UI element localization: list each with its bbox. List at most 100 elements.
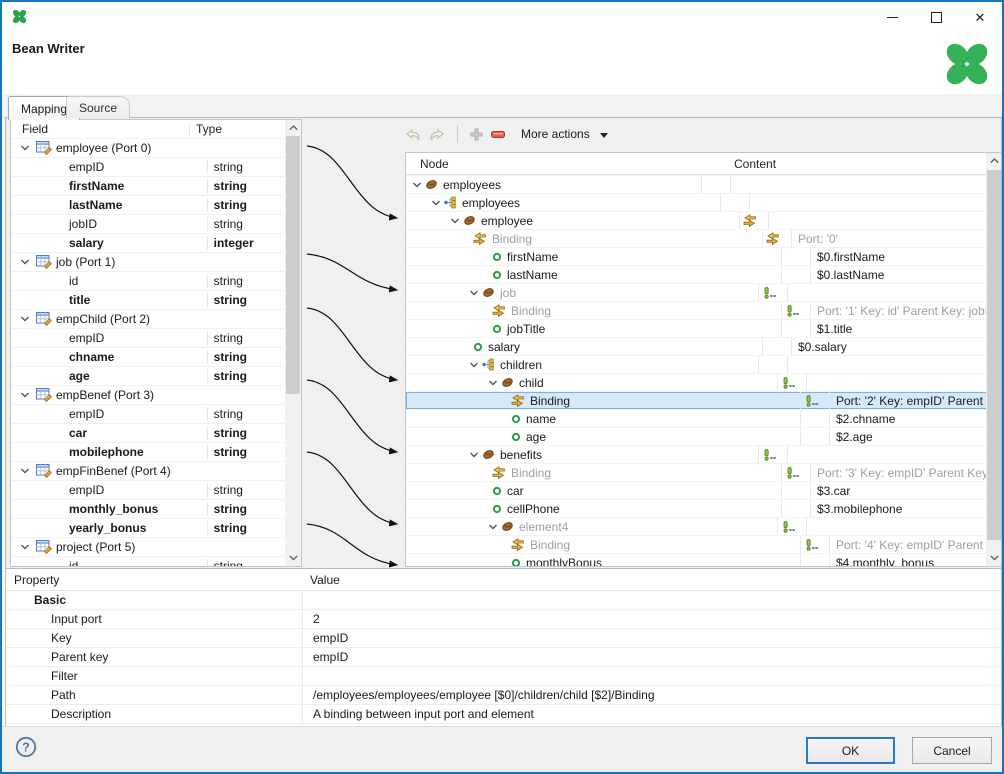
- chevron-down-icon[interactable]: [469, 288, 479, 298]
- field-table-row[interactable]: mobilephonestring: [11, 442, 301, 461]
- field-label: empID: [69, 160, 104, 174]
- chevron-down-icon[interactable]: [20, 390, 30, 400]
- field-table-row[interactable]: empIDstring: [11, 480, 301, 499]
- help-button[interactable]: ?: [15, 736, 37, 763]
- chevron-down-icon[interactable]: [20, 466, 30, 476]
- tree-row[interactable]: firstName$0.firstName: [406, 247, 1002, 265]
- tree-row[interactable]: name$2.chname: [406, 409, 1002, 427]
- field-table-row[interactable]: empBenef (Port 3): [11, 385, 301, 404]
- property-row[interactable]: KeyempID: [6, 629, 1002, 648]
- field-table-row[interactable]: employee (Port 0): [11, 138, 301, 157]
- scrollbar-thumb[interactable]: [987, 170, 1001, 540]
- property-row[interactable]: Basic: [6, 591, 1002, 610]
- field-cell: jobID: [11, 217, 207, 231]
- tree-row-selected[interactable]: BindingPort: '2' Key: empID' Parent Key:…: [406, 391, 1002, 409]
- fields-scrollbar[interactable]: [285, 120, 301, 566]
- field-table-row[interactable]: empIDstring: [11, 404, 301, 423]
- field-table-row[interactable]: carstring: [11, 423, 301, 442]
- tree-row[interactable]: BindingPort: '1' Key: id' Parent Key: jo…: [406, 301, 1002, 319]
- property-row[interactable]: Path/employees/employees/employee [$0]/c…: [6, 686, 1002, 705]
- content-cell: Port: '2' Key: empID' Parent Key: empID': [830, 392, 1002, 409]
- port-label: empBenef (Port 3): [56, 388, 154, 402]
- field-table-row[interactable]: agestring: [11, 366, 301, 385]
- add-element-icon[interactable]: [470, 128, 483, 141]
- field-table-row[interactable]: monthly_bonusstring: [11, 499, 301, 518]
- maximize-button[interactable]: [914, 2, 958, 32]
- field-label: id: [69, 274, 78, 288]
- close-button[interactable]: ✕: [958, 2, 1002, 32]
- undo-icon[interactable]: [405, 127, 421, 142]
- field-table-row[interactable]: idstring: [11, 556, 301, 567]
- field-table-row[interactable]: idstring: [11, 271, 301, 290]
- chevron-down-icon[interactable]: [450, 216, 460, 226]
- scroll-up-icon[interactable]: [285, 120, 301, 136]
- chevron-down-icon[interactable]: [469, 450, 479, 460]
- node-cell: Binding: [406, 230, 762, 247]
- chevron-down-icon[interactable]: [20, 143, 30, 153]
- chevron-down-icon[interactable]: [431, 198, 441, 208]
- scroll-up-icon[interactable]: [986, 153, 1002, 169]
- tab-source[interactable]: Source: [66, 96, 130, 118]
- tree-row[interactable]: benefits: [406, 445, 1002, 463]
- property-row[interactable]: Parent keyempID: [6, 648, 1002, 667]
- chevron-down-icon[interactable]: [488, 522, 498, 532]
- field-table-row[interactable]: titlestring: [11, 290, 301, 309]
- attr-icon: [492, 486, 502, 496]
- field-table-row[interactable]: project (Port 5): [11, 537, 301, 556]
- tree-row[interactable]: BindingPort: '4' Key: empID' Parent Key:…: [406, 535, 1002, 553]
- chevron-down-icon[interactable]: [20, 257, 30, 267]
- field-cell: title: [11, 293, 207, 307]
- chevron-down-icon[interactable]: [488, 378, 498, 388]
- field-table-row[interactable]: empIDstring: [11, 328, 301, 347]
- field-table-row[interactable]: empIDstring: [11, 157, 301, 176]
- tree-row[interactable]: car$3.car: [406, 481, 1002, 499]
- node-cell: name: [406, 410, 800, 427]
- port-cell: project (Port 5): [11, 540, 187, 554]
- tree-row[interactable]: child: [406, 373, 1002, 391]
- scroll-down-icon[interactable]: [986, 550, 1002, 566]
- property-row[interactable]: Input port2: [6, 610, 1002, 629]
- field-table-row[interactable]: yearly_bonusstring: [11, 518, 301, 537]
- ok-button[interactable]: OK: [806, 737, 895, 764]
- chevron-down-icon[interactable]: [20, 314, 30, 324]
- tree-row[interactable]: salary$0.salary: [406, 337, 1002, 355]
- tree-row[interactable]: cellPhone$3.mobilephone: [406, 499, 1002, 517]
- field-table-row[interactable]: firstNamestring: [11, 176, 301, 195]
- tree-row[interactable]: employees: [406, 193, 1002, 211]
- minimize-button[interactable]: [870, 2, 914, 32]
- scrollbar-thumb[interactable]: [286, 136, 300, 394]
- tree-row[interactable]: job: [406, 283, 1002, 301]
- remove-element-icon[interactable]: [491, 131, 505, 138]
- property-row[interactable]: DescriptionA binding between input port …: [6, 705, 1002, 724]
- binding-indicator-cell: [720, 194, 750, 211]
- redo-icon[interactable]: [429, 127, 445, 142]
- tree-row[interactable]: jobTitle$1.title: [406, 319, 1002, 337]
- tree-row[interactable]: BindingPort: '3' Key: empID' Parent Key:…: [406, 463, 1002, 481]
- cancel-button[interactable]: Cancel: [912, 737, 992, 764]
- chevron-down-icon[interactable]: [469, 360, 479, 370]
- tree-row[interactable]: children: [406, 355, 1002, 373]
- more-actions-button[interactable]: More actions: [521, 127, 608, 141]
- tree-scrollbar[interactable]: [986, 153, 1002, 566]
- tree-row[interactable]: lastName$0.lastName: [406, 265, 1002, 283]
- field-table-row[interactable]: salaryinteger: [11, 233, 301, 252]
- node-label: firstName: [507, 250, 558, 264]
- tree-row[interactable]: employees: [406, 175, 1002, 193]
- tree-row[interactable]: element4: [406, 517, 1002, 535]
- field-table-row[interactable]: empFinBenef (Port 4): [11, 461, 301, 480]
- scroll-down-icon[interactable]: [285, 550, 301, 566]
- property-row[interactable]: Filter: [6, 667, 1002, 686]
- tree-row[interactable]: BindingPort: '0': [406, 229, 1002, 247]
- tree-row[interactable]: monthlyBonus$4.monthly_bonus: [406, 553, 1002, 567]
- field-table-row[interactable]: empChild (Port 2): [11, 309, 301, 328]
- key-icon: [804, 539, 819, 551]
- tree-row[interactable]: age$2.age: [406, 427, 1002, 445]
- content-cell: $4.monthly_bonus: [830, 554, 1002, 567]
- field-table-row[interactable]: job (Port 1): [11, 252, 301, 271]
- field-table-row[interactable]: lastNamestring: [11, 195, 301, 214]
- chevron-down-icon[interactable]: [20, 542, 30, 552]
- chevron-down-icon[interactable]: [412, 180, 422, 190]
- field-table-row[interactable]: jobIDstring: [11, 214, 301, 233]
- tree-row[interactable]: employee: [406, 211, 1002, 229]
- field-table-row[interactable]: chnamestring: [11, 347, 301, 366]
